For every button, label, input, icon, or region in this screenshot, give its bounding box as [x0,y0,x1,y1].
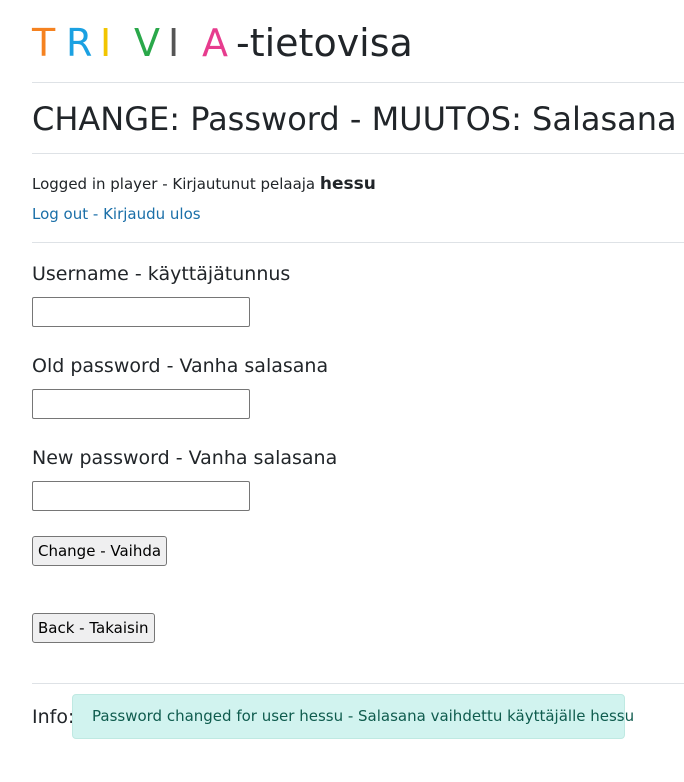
divider [32,153,684,154]
logged-in-username: hessu [319,174,376,194]
divider [32,683,684,684]
back-button[interactable]: Back - Takaisin [32,613,155,643]
new-password-label: New password - Vanha salasana [32,447,338,469]
username-label: Username - käyttäjätunnus [32,263,291,285]
old-password-input[interactable] [32,389,250,419]
logo-suffix: -tietovisa [236,21,413,65]
logo-letter-t: T [32,21,56,65]
logo-letter-i: I [100,21,112,65]
new-password-input[interactable] [32,481,250,511]
page-title: CHANGE: Password - MUUTOS: Salasana [32,100,677,138]
logo-letter-v: V [134,21,160,65]
logo-letter-a: A [202,21,228,65]
trivia-logo: T R I V I A -tietovisa [32,20,413,66]
divider [32,242,684,243]
logged-in-text: Logged in player - Kirjautunut pelaaja [32,175,316,193]
username-input[interactable] [32,297,250,327]
logged-in-status: Logged in player - Kirjautunut pelaaja h… [32,173,376,195]
divider [32,82,684,83]
info-message: Password changed for user hessu - Salasa… [72,694,634,739]
logout-link[interactable]: Log out - Kirjaudu ulos [32,203,201,225]
info-label: Info: [32,706,75,728]
change-button[interactable]: Change - Vaihda [32,536,168,566]
logo-letter-i2: I [168,21,180,65]
page: T R I V I A -tietovisa CHANGE: Password … [0,0,684,782]
logo-letter-r: R [66,21,93,65]
old-password-label: Old password - Vanha salasana [32,355,329,377]
